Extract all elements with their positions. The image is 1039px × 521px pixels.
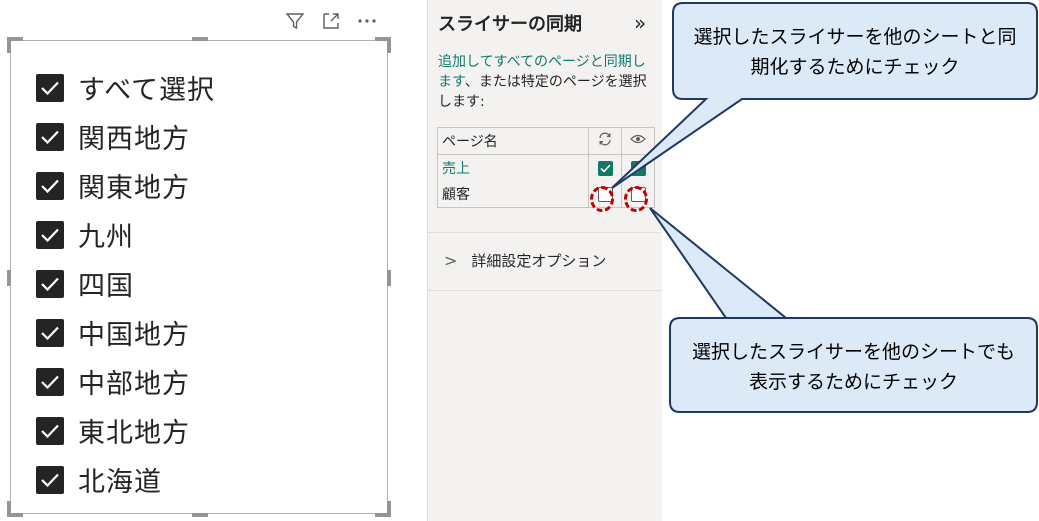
callout-visible-text: 選択したスライサーを他のシートでも 表示するためにチェック	[673, 337, 1034, 397]
callout-visible-line-2: 表示するためにチェック	[748, 371, 958, 393]
callout-sync-line-1: 選択したスライサーを他のシートと同	[693, 26, 1017, 48]
callout-visible-line-1: 選択したスライサーを他のシートでも	[691, 341, 1015, 363]
callout-sync-text: 選択したスライサーを他のシートと同 期化するためにチェック	[676, 22, 1034, 82]
callout-sync-line-2: 期化するためにチェック	[750, 56, 960, 78]
